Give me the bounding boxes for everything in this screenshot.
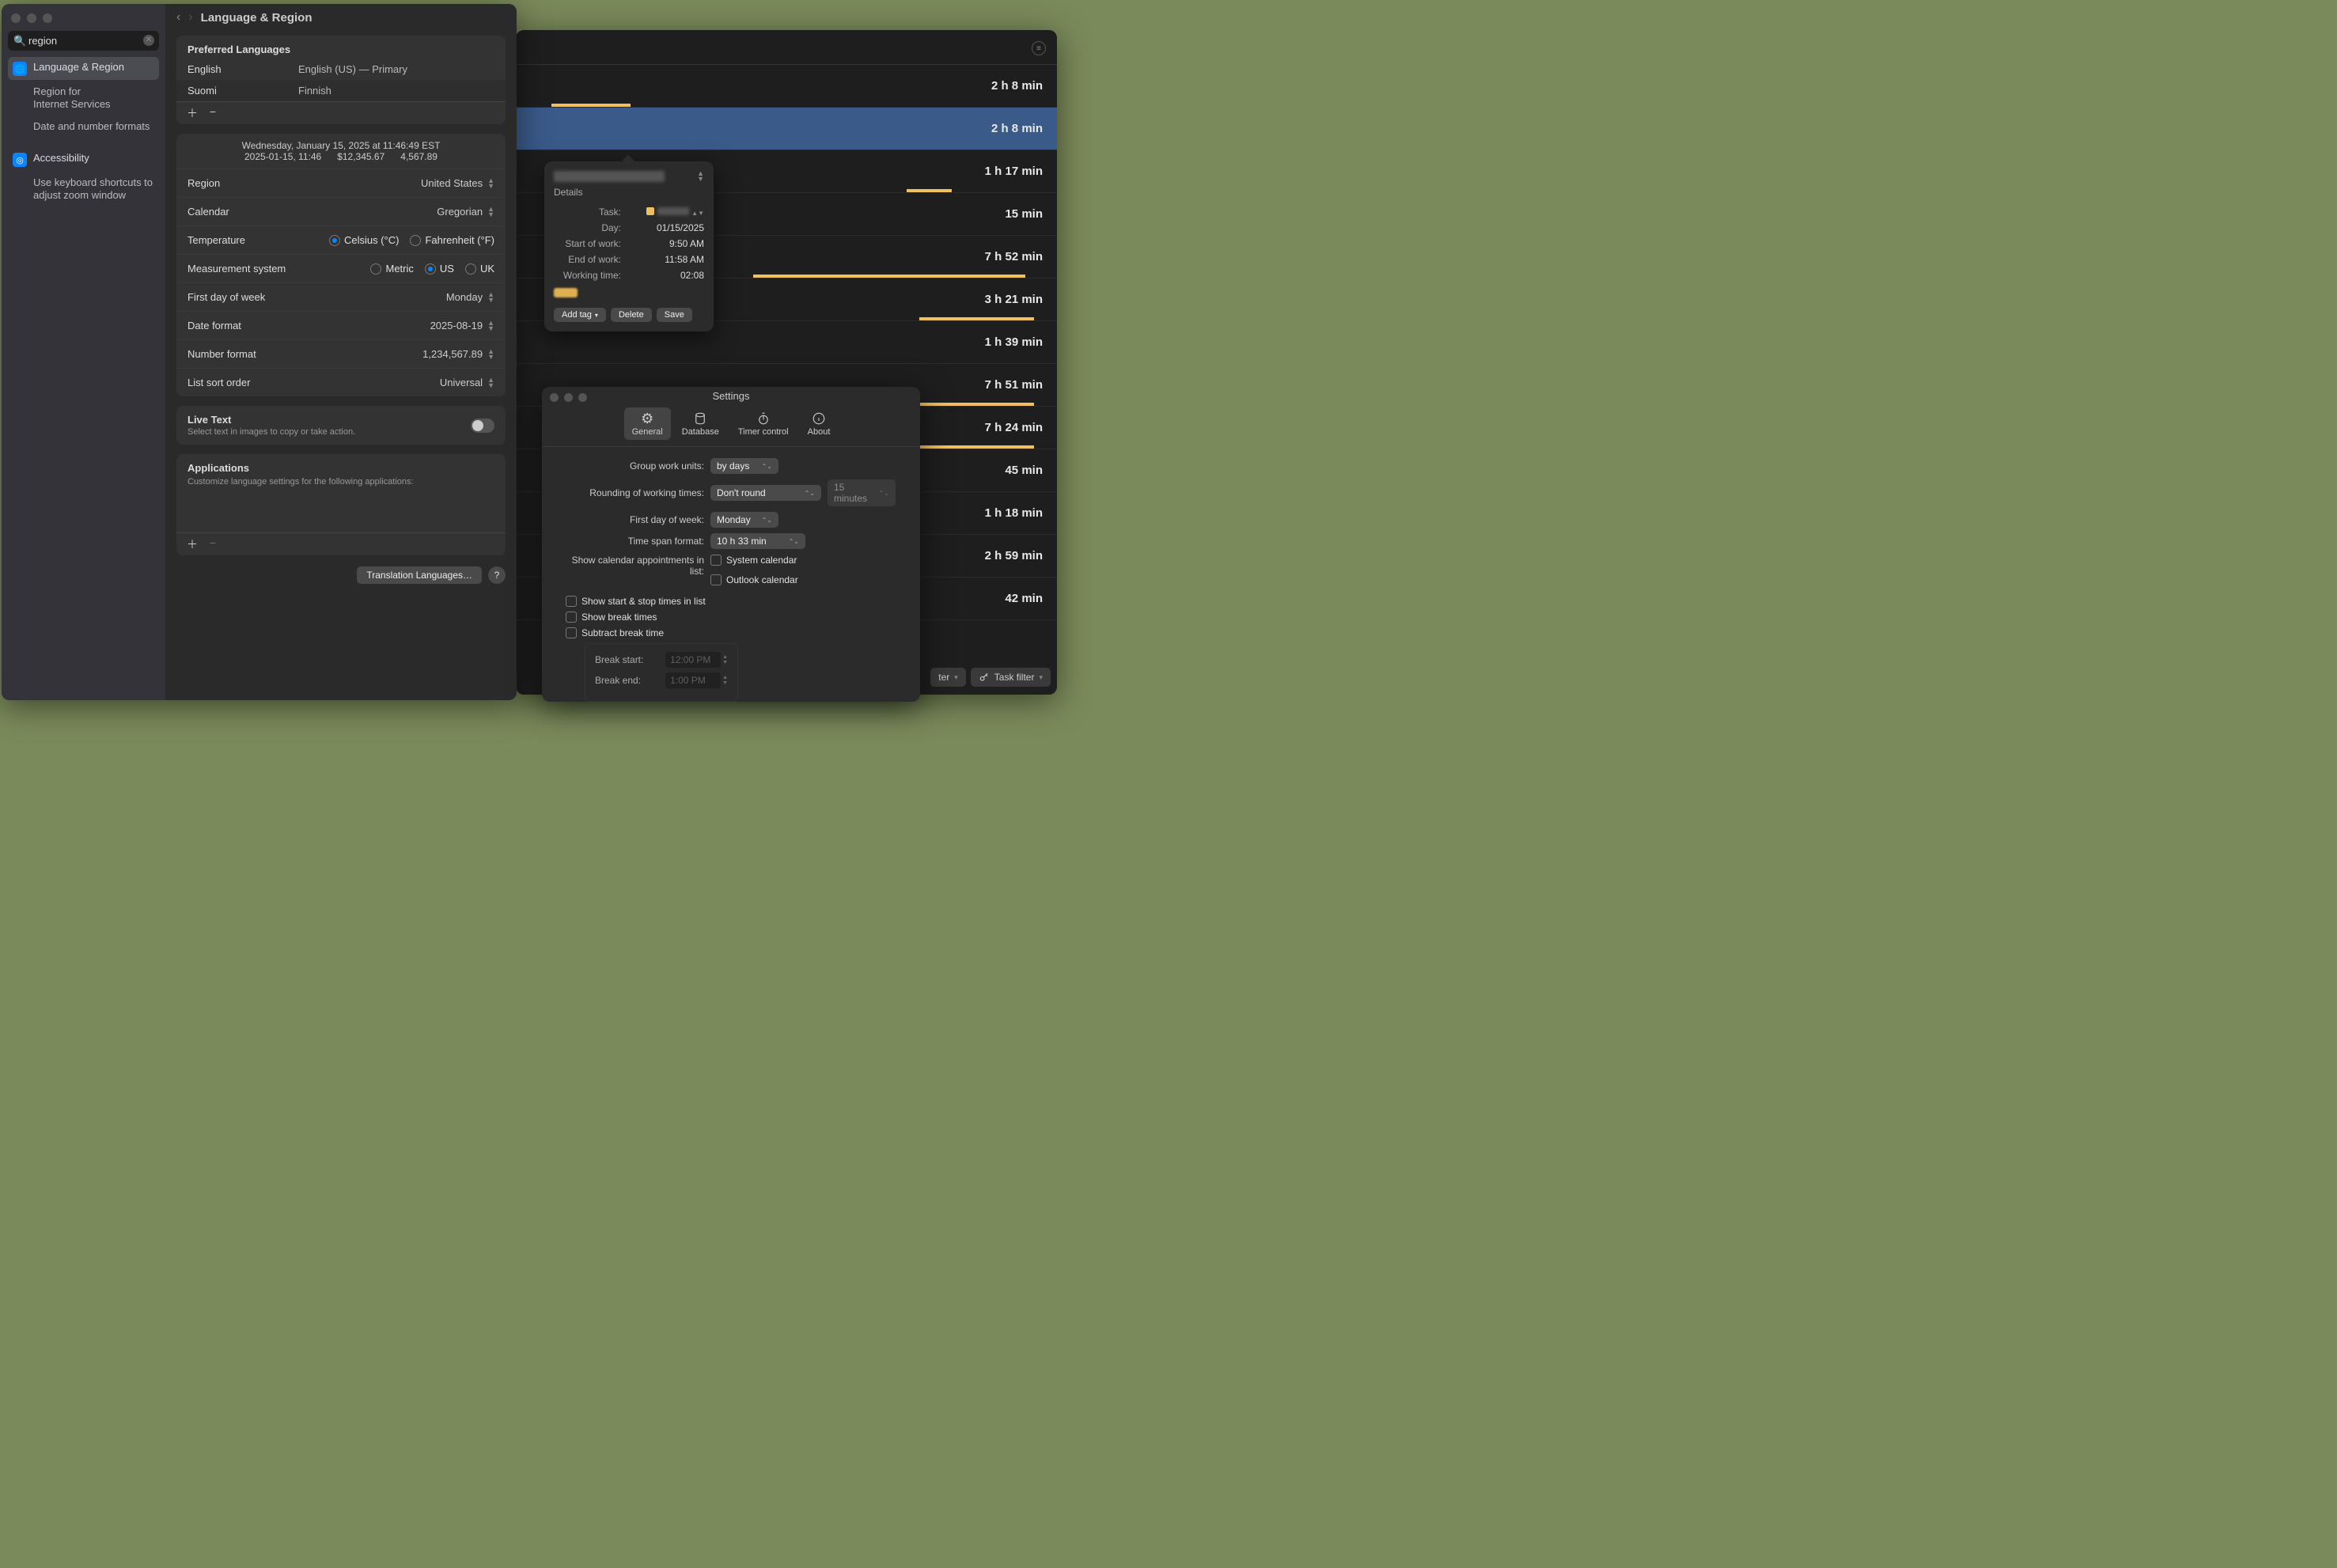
sidebar-item-accessibility[interactable]: ◎ Accessibility (8, 148, 159, 171)
settings-sidebar: 🔍 ✕ 🌐 Language & Region Region for Inter… (2, 4, 165, 700)
start-value[interactable]: 9:50 AM (669, 238, 704, 249)
end-value[interactable]: 11:58 AM (665, 254, 704, 265)
timespan-select[interactable]: 10 h 33 min⌃⌄ (710, 533, 805, 549)
meas-metric-radio[interactable]: Metric (370, 263, 413, 275)
globe-icon: 🌐 (13, 62, 27, 76)
search-input[interactable] (8, 31, 159, 51)
tab-database[interactable]: Database (674, 407, 727, 440)
task-value[interactable]: ▲▼ (646, 206, 704, 218)
temp-fahrenheit-radio[interactable]: Fahrenheit (°F) (410, 234, 494, 246)
filter-pill-1[interactable]: ter▾ (930, 668, 966, 687)
entry-tag[interactable] (554, 288, 578, 297)
system-settings-window: 🔍 ✕ 🌐 Language & Region Region for Inter… (2, 4, 517, 700)
show-break-times-checkbox[interactable] (566, 612, 577, 623)
tab-general[interactable]: ⚙General (624, 407, 671, 440)
add-language-button[interactable]: ＋ (186, 105, 199, 121)
task-color-dot (646, 207, 654, 215)
sidebar-item-zoom-shortcuts[interactable]: Use keyboard shortcuts to adjust zoom wi… (8, 172, 159, 206)
delete-button[interactable]: Delete (611, 308, 652, 322)
sidebar-item-date-number-formats[interactable]: Date and number formats (8, 116, 159, 137)
format-preview: Wednesday, January 15, 2025 at 11:46:49 … (176, 134, 506, 169)
settings-content: ‹ › Language & Region Preferred Language… (165, 4, 517, 700)
forward-button: › (188, 10, 192, 25)
remove-language-button[interactable]: − (206, 105, 219, 121)
translation-languages-button[interactable]: Translation Languages… (357, 566, 482, 584)
entry-details-popover: ▲▼ Details Task: ▲▼ Day:01/15/2025 Start… (544, 161, 714, 331)
break-time-box: Break start:▲▼ Break end:▲▼ (585, 643, 738, 702)
sidebar-item-language-region[interactable]: 🌐 Language & Region (8, 57, 159, 80)
applications-panel: Applications Customize language settings… (176, 454, 506, 555)
subtract-break-checkbox[interactable] (566, 627, 577, 638)
gear-icon: ⚙ (641, 411, 653, 426)
region-select[interactable]: United States▲▼ (421, 177, 494, 189)
stepper-icon[interactable]: ▲▼ (722, 654, 728, 665)
live-text-toggle[interactable] (471, 419, 494, 433)
popover-title (554, 171, 665, 182)
stopwatch-icon (756, 411, 771, 426)
tab-about[interactable]: About (800, 407, 839, 440)
sidebar-item-region-internet[interactable]: Region for Internet Services (8, 81, 159, 115)
show-start-stop-checkbox[interactable] (566, 596, 577, 607)
traffic-lights[interactable] (11, 13, 159, 23)
add-tag-button[interactable]: Add tag▾ (554, 308, 606, 322)
day-value[interactable]: 01/15/2025 (657, 222, 704, 233)
numberformat-select[interactable]: 1,234,567.89▲▼ (422, 348, 494, 360)
chevron-down-icon: ▾ (954, 673, 958, 682)
traffic-lights[interactable] (550, 393, 587, 402)
dateformat-select[interactable]: 2025-08-19▲▼ (430, 320, 494, 331)
chevron-down-icon: ▾ (1039, 673, 1043, 682)
stepper-icon[interactable]: ▲▼ (722, 675, 728, 686)
tyme-settings-window: Settings ⚙General Database Timer control… (542, 387, 920, 702)
rounding-minutes-select: 15 minutes⌃⌄ (828, 479, 896, 506)
settings-tabs: ⚙General Database Timer control About (542, 404, 920, 447)
task-filter-pill[interactable]: Task filter▾ (971, 668, 1051, 687)
break-end-input[interactable] (665, 672, 721, 688)
remove-app-button: − (206, 536, 219, 552)
preferred-languages-panel: Preferred Languages EnglishEnglish (US) … (176, 36, 506, 124)
window-title: Settings (542, 387, 920, 402)
temp-celsius-radio[interactable]: Celsius (°C) (329, 234, 399, 246)
tyme-footer: ter▾ Task filter▾ (930, 668, 1051, 687)
rounding-select[interactable]: Don't round⌃⌄ (710, 485, 821, 501)
tyme-toolbar: ≡ (516, 30, 1057, 65)
system-calendar-checkbox[interactable] (710, 555, 722, 566)
save-button[interactable]: Save (657, 308, 692, 322)
live-text-panel: Live Text Select text in images to copy … (176, 406, 506, 445)
info-icon (812, 411, 826, 426)
language-row[interactable]: EnglishEnglish (US) — Primary (176, 59, 506, 80)
outlook-calendar-checkbox[interactable] (710, 574, 722, 585)
key-icon (979, 672, 990, 683)
meas-us-radio[interactable]: US (425, 263, 454, 275)
back-button[interactable]: ‹ (176, 10, 180, 25)
accessibility-icon: ◎ (13, 153, 27, 167)
add-app-button[interactable]: ＋ (186, 536, 199, 552)
firstday-select[interactable]: Monday▲▼ (446, 291, 494, 303)
group-units-select[interactable]: by days⌃⌄ (710, 458, 778, 474)
time-entry-row[interactable]: 2 h 8 min (516, 108, 1057, 150)
listsort-select[interactable]: Universal▲▼ (440, 377, 494, 388)
tab-timer-control[interactable]: Timer control (730, 407, 797, 440)
time-entry-row[interactable]: 2 h 8 min (516, 65, 1057, 108)
calendar-select[interactable]: Gregorian▲▼ (437, 206, 494, 218)
database-icon (693, 411, 707, 426)
region-settings-panel: Wednesday, January 15, 2025 at 11:46:49 … (176, 134, 506, 396)
content-titlebar: ‹ › Language & Region (165, 4, 517, 31)
working-value: 02:08 (680, 270, 704, 281)
search-icon: 🔍 (13, 35, 26, 47)
break-start-input[interactable] (665, 652, 721, 668)
help-button[interactable]: ? (488, 566, 506, 584)
language-row[interactable]: SuomiFinnish (176, 80, 506, 101)
details-tab[interactable]: Details (554, 187, 704, 198)
stepper-icon[interactable]: ▲▼ (697, 171, 704, 182)
menu-icon[interactable]: ≡ (1032, 41, 1046, 55)
page-title: Language & Region (201, 11, 312, 25)
first-day-select[interactable]: Monday⌃⌄ (710, 512, 778, 528)
clear-search-icon[interactable]: ✕ (143, 35, 154, 46)
search-field[interactable]: 🔍 ✕ (8, 31, 159, 51)
meas-uk-radio[interactable]: UK (465, 263, 494, 275)
